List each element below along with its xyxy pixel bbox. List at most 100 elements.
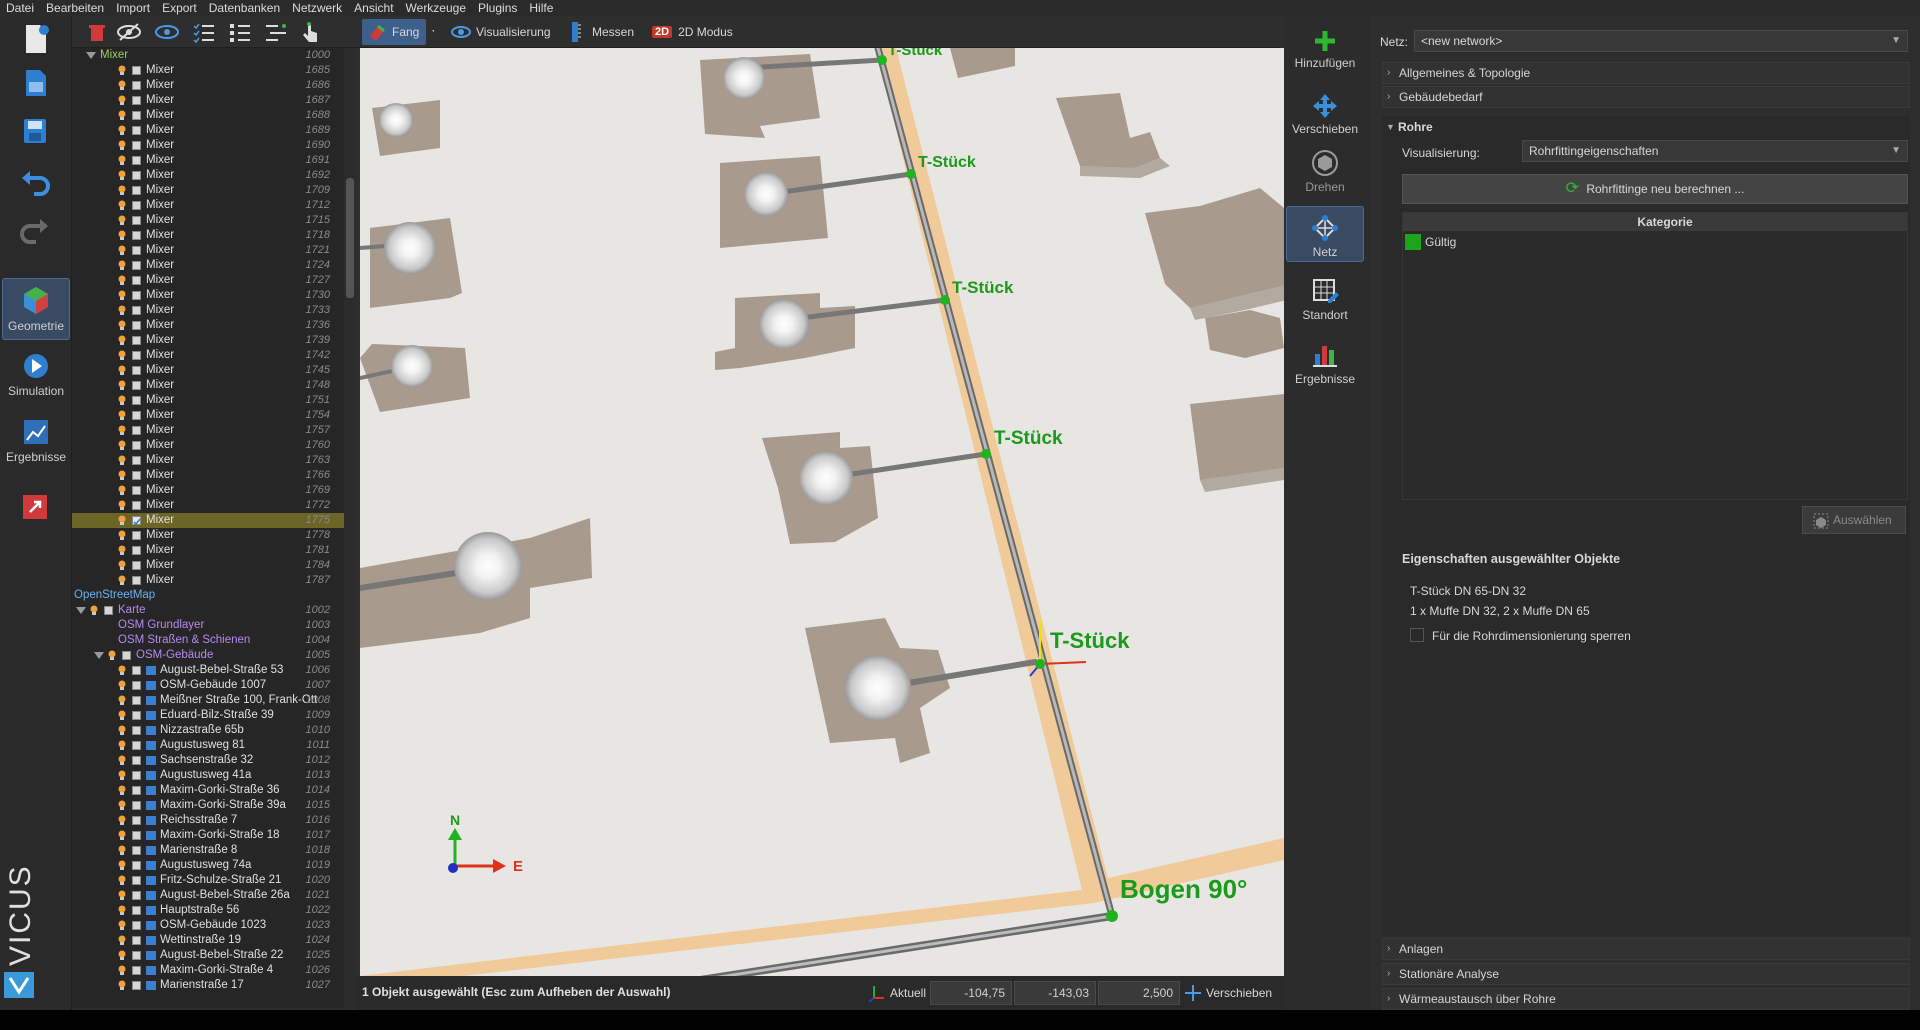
section-allgemeines[interactable]: › Allgemeines & Topologie — [1382, 62, 1910, 84]
network-select[interactable]: <new network> ▼ — [1414, 30, 1908, 52]
tree-item-building[interactable]: Sachsenstraße 32 1012 — [72, 753, 344, 768]
tree-item-building[interactable]: Meißner Straße 100, Frank-Ott 1008 — [72, 693, 344, 708]
coord-z-field[interactable]: 2,500 — [1098, 981, 1180, 1005]
visibility-bulb-icon[interactable] — [118, 470, 126, 481]
tree-item-mixer[interactable]: Mixer 1781 — [72, 543, 344, 558]
visibility-bulb-icon[interactable] — [118, 350, 126, 361]
tree-item-mixer[interactable]: Mixer 1724 — [72, 258, 344, 273]
selection-checkbox[interactable] — [132, 666, 141, 675]
visibility-bulb-icon[interactable] — [118, 515, 126, 526]
menu-import[interactable]: Import — [116, 0, 150, 16]
measure-button[interactable]: Messen — [562, 19, 638, 45]
tree-item-building[interactable]: Maxim-Gorki-Straße 4 1026 — [72, 963, 344, 978]
menu-datenbanken[interactable]: Datenbanken — [209, 0, 280, 16]
selection-checkbox[interactable] — [132, 276, 141, 285]
tree-item-building[interactable]: Wettinstraße 19 1024 — [72, 933, 344, 948]
tree-group-osm-gebaeude[interactable]: OSM-Gebäude 1005 — [72, 648, 344, 663]
menu-netzwerk[interactable]: Netzwerk — [292, 0, 342, 16]
tree-item-mixer[interactable]: Mixer 1748 — [72, 378, 344, 393]
tree-item-mixer[interactable]: Mixer 1733 — [72, 303, 344, 318]
move-button[interactable]: Verschieben — [1286, 86, 1364, 142]
selection-checkbox[interactable] — [132, 831, 141, 840]
visibility-bulb-icon[interactable] — [118, 920, 126, 931]
section-anlagen[interactable]: › Anlagen — [1382, 938, 1910, 960]
tree-item-mixer[interactable]: Mixer 1685 — [72, 63, 344, 78]
selection-checkbox[interactable] — [132, 441, 141, 450]
selection-checkbox[interactable] — [104, 606, 113, 615]
tree-item-mixer[interactable]: Mixer 1736 — [72, 318, 344, 333]
tree-item-mixer[interactable]: Mixer 1757 — [72, 423, 344, 438]
selection-checkbox[interactable] — [132, 111, 141, 120]
tree-item-building[interactable]: Maxim-Gorki-Straße 36 1014 — [72, 783, 344, 798]
visibility-bulb-icon[interactable] — [118, 905, 126, 916]
tree-group-mixer[interactable]: Mixer 1000 — [72, 48, 344, 63]
visibility-bulb-icon[interactable] — [118, 140, 126, 151]
selection-checkbox[interactable] — [132, 681, 141, 690]
tree-item-mixer[interactable]: Mixer 1730 — [72, 288, 344, 303]
expand-arrow-icon[interactable] — [86, 52, 96, 59]
tree-item-building[interactable]: Eduard-Bilz-Straße 39 1009 — [72, 708, 344, 723]
visibility-bulb-icon[interactable] — [118, 680, 126, 691]
selection-checkbox[interactable] — [132, 696, 141, 705]
selection-checkbox[interactable] — [132, 741, 141, 750]
selection-checkbox[interactable] — [132, 846, 141, 855]
menu-export[interactable]: Export — [162, 0, 197, 16]
tree-item-mixer[interactable]: Mixer 1763 — [72, 453, 344, 468]
tree-item-mixer[interactable]: Mixer 1754 — [72, 408, 344, 423]
selection-checkbox[interactable] — [132, 291, 141, 300]
selection-checkbox[interactable] — [132, 201, 141, 210]
visibility-bulb-icon[interactable] — [118, 800, 126, 811]
tree-item-osm-strassen[interactable]: OSM Straßen & Schienen 1004 — [72, 633, 344, 648]
selection-checkbox[interactable] — [132, 561, 141, 570]
tree-item-building[interactable]: Maxim-Gorki-Straße 18 1017 — [72, 828, 344, 843]
selection-checkbox[interactable] — [132, 711, 141, 720]
tree-item-mixer[interactable]: Mixer 1775 — [72, 513, 344, 528]
tree-item-building[interactable]: August-Bebel-Straße 53 1006 — [72, 663, 344, 678]
visibility-bulb-icon[interactable] — [118, 155, 126, 166]
tree-item-mixer[interactable]: Mixer 1727 — [72, 273, 344, 288]
selection-checkbox[interactable] — [132, 456, 141, 465]
tree-group-karte[interactable]: Karte 1002 — [72, 603, 344, 618]
visibility-bulb-icon[interactable] — [118, 830, 126, 841]
recalculate-fittings-button[interactable]: ⟳ Rohrfittinge neu berechnen ... — [1402, 174, 1908, 204]
tree-item-building[interactable]: Augustusweg 74a 1019 — [72, 858, 344, 873]
visibility-bulb-icon[interactable] — [118, 755, 126, 766]
visibility-bulb-icon[interactable] — [118, 380, 126, 391]
selection-checkbox[interactable] — [132, 756, 141, 765]
tree-item-building[interactable]: Marienstraße 8 1018 — [72, 843, 344, 858]
visibility-bulb-icon[interactable] — [118, 215, 126, 226]
tree-item-mixer[interactable]: Mixer 1712 — [72, 198, 344, 213]
menu-plugins[interactable]: Plugins — [478, 0, 517, 16]
tree-item-building[interactable]: August-Bebel-Straße 26a 1021 — [72, 888, 344, 903]
selection-checkbox[interactable] — [132, 381, 141, 390]
tree-item-mixer[interactable]: Mixer 1766 — [72, 468, 344, 483]
mode-simulation[interactable]: Simulation — [2, 344, 70, 406]
menu-werkzeuge[interactable]: Werkzeuge — [406, 0, 466, 16]
undo-icon[interactable] — [18, 166, 52, 200]
tree-item-building[interactable]: Reichsstraße 7 1016 — [72, 813, 344, 828]
visibility-bulb-icon[interactable] — [118, 275, 126, 286]
status-move-button[interactable]: Verschieben — [1184, 984, 1272, 1002]
tree-item-mixer[interactable]: Mixer 1751 — [72, 393, 344, 408]
tree-item-building[interactable]: Maxim-Gorki-Straße 39a 1015 — [72, 798, 344, 813]
visibility-bulb-icon[interactable] — [118, 965, 126, 976]
selection-checkbox[interactable] — [132, 426, 141, 435]
selected-fitting-node[interactable] — [1035, 659, 1045, 669]
selection-checkbox[interactable] — [132, 771, 141, 780]
tree-item-mixer[interactable]: Mixer 1784 — [72, 558, 344, 573]
table-row[interactable]: Gültig — [1403, 233, 1907, 251]
section-stationaere-analyse[interactable]: › Stationäre Analyse — [1382, 963, 1910, 985]
fitting-node[interactable] — [877, 55, 887, 65]
visibility-bulb-icon[interactable] — [118, 935, 126, 946]
tree-item-mixer[interactable]: Mixer 1689 — [72, 123, 344, 138]
tree-item-mixer[interactable]: Mixer 1769 — [72, 483, 344, 498]
fitting-node[interactable] — [940, 295, 950, 305]
visibility-bulb-icon[interactable] — [118, 305, 126, 316]
visibility-bulb-icon[interactable] — [118, 245, 126, 256]
visibility-bulb-icon[interactable] — [118, 815, 126, 826]
selection-checkbox[interactable] — [132, 216, 141, 225]
mode-geometry[interactable]: Geometrie — [2, 278, 70, 340]
visibility-bulb-icon[interactable] — [118, 395, 126, 406]
selection-checkbox[interactable] — [132, 231, 141, 240]
visibility-bulb-icon[interactable] — [118, 110, 126, 121]
